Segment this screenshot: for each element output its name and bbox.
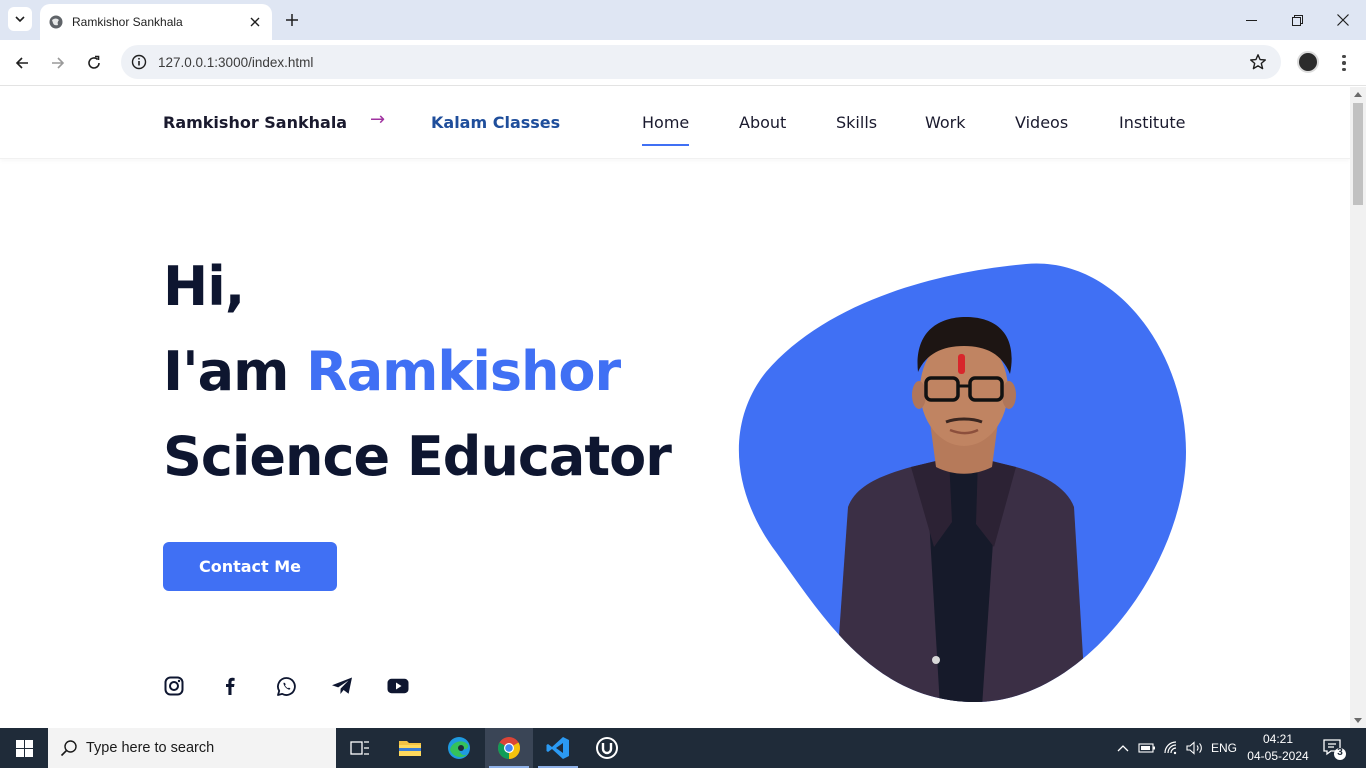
- brand-name[interactable]: Ramkishor Sankhala: [163, 113, 347, 132]
- profile-avatar[interactable]: [1297, 51, 1319, 73]
- nav-work[interactable]: Work: [925, 113, 966, 132]
- arrow-left-icon: [15, 57, 28, 69]
- system-clock[interactable]: 04:21 04-05-2024: [1246, 731, 1310, 765]
- nav-institute[interactable]: Institute: [1119, 113, 1185, 132]
- notification-center-icon[interactable]: 3: [1322, 736, 1346, 760]
- minimize-icon: [1245, 19, 1257, 21]
- browser-tab[interactable]: Ramkishor Sankhala: [40, 4, 272, 40]
- windows-taskbar: Type here to search ENG 04:21 04-05-2024: [0, 728, 1366, 768]
- chevron-down-icon: [15, 16, 25, 23]
- hero-name: Ramkishor: [306, 340, 621, 403]
- notification-count: 3: [1337, 747, 1343, 758]
- nav-home[interactable]: Home: [642, 113, 690, 146]
- page-viewport: Ramkishor Sankhala → Kalam Classes Home …: [0, 87, 1350, 728]
- reload-button[interactable]: [82, 51, 106, 75]
- reload-icon: [88, 55, 100, 69]
- app-u-icon[interactable]: [583, 728, 631, 768]
- tab-title: Ramkishor Sankhala: [72, 15, 183, 29]
- site-header: Ramkishor Sankhala → Kalam Classes Home …: [0, 87, 1350, 159]
- scroll-down-icon[interactable]: [1354, 718, 1362, 723]
- hero-portrait-image: [738, 263, 1186, 702]
- back-button[interactable]: [10, 51, 34, 75]
- whatsapp-icon[interactable]: [274, 674, 298, 698]
- taskbar-search-box[interactable]: Type here to search: [48, 728, 336, 768]
- edge-icon[interactable]: [435, 728, 483, 768]
- nav-videos[interactable]: Videos: [1015, 113, 1068, 132]
- arrow-right-icon: →: [370, 109, 386, 130]
- page-scrollbar[interactable]: [1350, 87, 1366, 728]
- browser-menu-button[interactable]: [1335, 51, 1353, 75]
- hero-intro: I'am Ramkishor: [163, 340, 621, 403]
- site-info-icon[interactable]: [130, 53, 148, 71]
- clock-date: 04-05-2024: [1247, 749, 1309, 763]
- restore-button[interactable]: [1274, 0, 1320, 40]
- plus-icon: [286, 14, 298, 26]
- kalam-classes-link[interactable]: Kalam Classes: [431, 113, 560, 132]
- task-view-icon[interactable]: [336, 728, 384, 768]
- search-icon: [60, 740, 77, 757]
- chrome-icon[interactable]: [485, 728, 533, 768]
- close-icon: [250, 17, 260, 27]
- hero-role: Science Educator: [163, 425, 672, 488]
- clock-time: 04:21: [1262, 732, 1294, 746]
- bookmark-star-icon[interactable]: [1249, 53, 1267, 75]
- forward-button[interactable]: [46, 51, 70, 75]
- globe-icon: [49, 15, 63, 29]
- browser-toolbar: 127.0.0.1:3000/index.html: [0, 40, 1366, 86]
- file-explorer-icon[interactable]: [386, 728, 434, 768]
- search-placeholder: Type here to search: [86, 740, 215, 756]
- browser-tab-bar: Ramkishor Sankhala: [0, 0, 1366, 40]
- contact-me-button[interactable]: Contact Me: [163, 542, 337, 591]
- windows-icon: [15, 739, 33, 757]
- battery-icon[interactable]: [1137, 728, 1157, 768]
- hero-greeting: Hi,: [163, 255, 245, 318]
- chevron-up-icon[interactable]: [1113, 728, 1133, 768]
- tab-search-button[interactable]: [8, 7, 32, 31]
- minimize-button[interactable]: [1228, 0, 1274, 40]
- scrollbar-thumb[interactable]: [1353, 103, 1363, 205]
- new-tab-button[interactable]: [282, 10, 302, 30]
- vscode-icon[interactable]: [534, 728, 582, 768]
- close-window-button[interactable]: [1320, 0, 1366, 40]
- close-icon: [1337, 14, 1349, 26]
- nav-about[interactable]: About: [739, 113, 786, 132]
- nav-skills[interactable]: Skills: [836, 113, 877, 132]
- arrow-right-icon: [52, 57, 65, 69]
- telegram-icon[interactable]: [330, 674, 354, 698]
- facebook-icon[interactable]: [218, 674, 242, 698]
- youtube-icon[interactable]: [386, 674, 410, 698]
- instagram-icon[interactable]: [162, 674, 186, 698]
- restore-icon: [1291, 14, 1303, 26]
- start-button[interactable]: [0, 728, 48, 768]
- network-icon[interactable]: [1162, 728, 1182, 768]
- url-text: 127.0.0.1:3000/index.html: [158, 54, 314, 70]
- hero-intro-text: I'am: [163, 340, 307, 403]
- address-bar[interactable]: 127.0.0.1:3000/index.html: [121, 45, 1281, 79]
- volume-icon[interactable]: [1185, 728, 1205, 768]
- tab-close-button[interactable]: [246, 13, 264, 31]
- scroll-up-icon[interactable]: [1354, 92, 1362, 97]
- language-indicator[interactable]: ENG: [1208, 728, 1240, 768]
